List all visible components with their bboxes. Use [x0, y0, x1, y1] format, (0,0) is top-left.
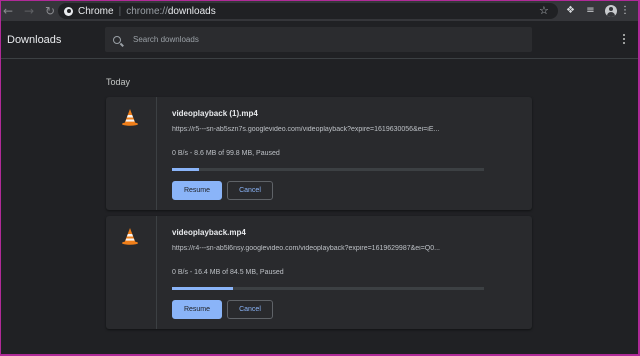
star-icon[interactable]: ☆: [539, 4, 549, 17]
file-icon-column: [106, 216, 157, 329]
vlc-cone-icon: [122, 228, 138, 245]
reload-icon[interactable]: ↻: [43, 1, 57, 21]
omnibox-host: downloads: [167, 5, 216, 17]
progress-fill: [172, 168, 199, 171]
download-status: 0 B/s - 16.4 MB of 84.5 MB, Paused: [172, 269, 284, 276]
download-item: videoplayback (1).mp4 https://r5---sn-ab…: [106, 97, 532, 210]
file-name-link[interactable]: videoplayback.mp4: [172, 228, 246, 237]
file-url[interactable]: https://r4---sn-ab5l6nsy.googlevideo.com…: [172, 245, 484, 252]
address-bar[interactable]: Chrome | chrome://downloads: [58, 3, 558, 19]
browser-menu-icon[interactable]: ⋮: [620, 4, 630, 17]
back-arrow-icon[interactable]: ←: [1, 1, 15, 21]
avatar-icon[interactable]: [605, 5, 617, 17]
search-icon: [113, 35, 121, 44]
progress-fill: [172, 287, 233, 290]
omnibox-separator: |: [118, 5, 122, 17]
download-item: videoplayback.mp4 https://r4---sn-ab5l6n…: [106, 216, 532, 329]
progress-bar: [172, 168, 484, 171]
media-queue-icon[interactable]: ≡: [584, 4, 597, 17]
cancel-button[interactable]: Cancel: [227, 181, 273, 200]
puzzle-icon[interactable]: ❖: [564, 4, 577, 17]
resume-button[interactable]: Resume: [172, 181, 222, 200]
omnibox-app-label: Chrome: [78, 5, 114, 17]
file-url[interactable]: https://r5---sn-ab5szn7s.googlevideo.com…: [172, 126, 484, 133]
file-icon-column: [106, 97, 157, 210]
browser-toolbar: ← → ↻ Chrome | chrome://downloads ☆ ❖ ≡ …: [1, 1, 638, 21]
cancel-button[interactable]: Cancel: [227, 300, 273, 319]
resume-button[interactable]: Resume: [172, 300, 222, 319]
browser-window: ← → ↻ Chrome | chrome://downloads ☆ ❖ ≡ …: [1, 1, 638, 354]
download-status: 0 B/s - 8.6 MB of 99.8 MB, Paused: [172, 150, 280, 157]
vlc-cone-icon: [122, 109, 138, 126]
search-input[interactable]: [133, 35, 513, 44]
date-heading: Today: [106, 77, 131, 87]
forward-arrow-icon[interactable]: →: [22, 1, 36, 21]
downloads-header: Downloads: [1, 21, 638, 59]
omnibox-scheme: chrome://: [126, 5, 168, 17]
page-title: Downloads: [7, 34, 62, 46]
chrome-logo-icon: [64, 6, 73, 16]
kebab-menu-icon[interactable]: [623, 34, 626, 44]
search-box[interactable]: [105, 27, 532, 52]
progress-bar: [172, 287, 484, 290]
file-name-link[interactable]: videoplayback (1).mp4: [172, 109, 258, 118]
